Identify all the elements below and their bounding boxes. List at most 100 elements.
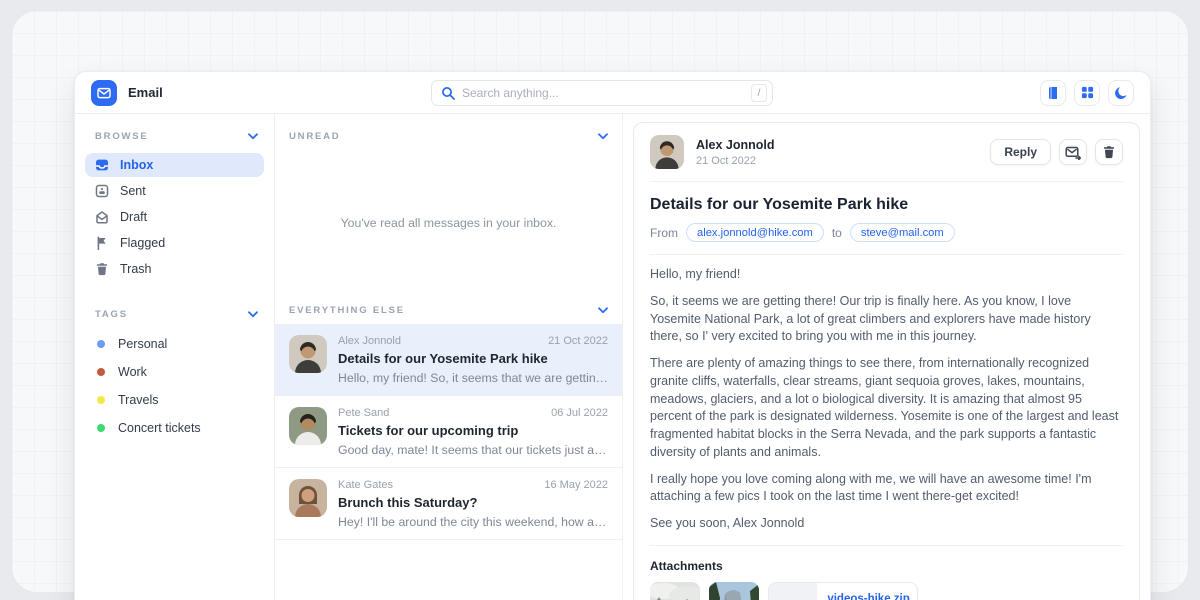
avatar — [289, 479, 327, 517]
email-list-column: UNREAD You've read all messages in your … — [275, 114, 623, 600]
attachment-photo-valley[interactable] — [650, 582, 700, 600]
search-shortcut-badge: / — [751, 84, 767, 102]
tags-section: TAGS Personal Wo — [83, 305, 266, 442]
file-info: videos-hike.zip 100 MB — [817, 593, 917, 600]
tag-item-work[interactable]: Work — [85, 359, 264, 385]
divider — [650, 254, 1123, 255]
email-preview: Hello, my friend! So, it seems that we a… — [338, 371, 608, 385]
sidebar-item-label: Trash — [120, 262, 152, 276]
email-body: Hello, my friend! So, it seems we are ge… — [650, 266, 1123, 533]
sidebar-item-inbox[interactable]: Inbox — [85, 153, 264, 177]
everything-else-section-header[interactable]: EVERYTHING ELSE — [275, 301, 622, 319]
browse-label: BROWSE — [95, 131, 149, 142]
flag-icon — [95, 236, 109, 250]
forward-button[interactable] — [1059, 139, 1087, 165]
inbox-icon — [95, 158, 109, 172]
tag-item-personal[interactable]: Personal — [85, 331, 264, 357]
detail-sender-meta: Alex Jonnold 21 Oct 2022 — [696, 138, 774, 167]
detail-subject: Details for our Yosemite Park hike — [650, 196, 1123, 214]
detail-date: 21 Oct 2022 — [696, 155, 774, 167]
email-list-item-pete[interactable]: Pete Sand 06 Jul 2022 Tickets for our up… — [275, 396, 622, 468]
email-date: 06 Jul 2022 — [551, 407, 608, 419]
to-email-chip[interactable]: steve@mail.com — [850, 223, 955, 242]
body-paragraph: See you soon, Alex Jonnold — [650, 515, 1123, 533]
top-actions — [1040, 80, 1134, 106]
unread-section-header[interactable]: UNREAD — [275, 127, 622, 145]
divider — [650, 545, 1123, 546]
delete-button[interactable] — [1095, 139, 1123, 165]
detail-sender-name: Alex Jonnold — [696, 138, 774, 152]
email-detail-column: Alex Jonnold 21 Oct 2022 Reply — [623, 114, 1150, 600]
tag-dot — [97, 368, 105, 376]
from-email-chip[interactable]: alex.jonnold@hike.com — [686, 223, 824, 242]
sidebar-item-draft[interactable]: Draft — [85, 205, 264, 229]
tag-item-concert-tickets[interactable]: Concert tickets — [85, 415, 264, 441]
book-icon — [1046, 86, 1060, 100]
email-preview: Hey! I'll be around the city this weeken… — [338, 515, 608, 529]
file-name[interactable]: videos-hike.zip — [827, 593, 907, 600]
avatar — [289, 335, 327, 373]
tag-label: Personal — [118, 337, 167, 351]
email-date: 21 Oct 2022 — [548, 335, 608, 347]
tag-item-travels[interactable]: Travels — [85, 387, 264, 413]
email-sender: Alex Jonnold — [338, 335, 401, 347]
search-input[interactable] — [462, 86, 744, 100]
browse-section-header[interactable]: BROWSE — [83, 127, 266, 145]
email-detail-card: Alex Jonnold 21 Oct 2022 Reply — [633, 122, 1140, 600]
detail-header: Alex Jonnold 21 Oct 2022 Reply — [650, 135, 1123, 169]
from-label: From — [650, 226, 678, 240]
body-paragraph: Hello, my friend! — [650, 266, 1123, 284]
tags-section-header[interactable]: TAGS — [83, 305, 266, 323]
sidebar-item-trash[interactable]: Trash — [85, 257, 264, 281]
avatar — [650, 135, 684, 169]
chevron-down-icon[interactable] — [598, 133, 608, 140]
sidebar-item-sent[interactable]: Sent — [85, 179, 264, 203]
brand: Email — [91, 80, 163, 106]
tag-dot — [97, 340, 105, 348]
sidebar-item-flagged[interactable]: Flagged — [85, 231, 264, 255]
search-bar[interactable]: / — [431, 80, 773, 106]
unread-empty-message: You've read all messages in your inbox. — [275, 145, 622, 301]
dark-mode-button[interactable] — [1108, 80, 1134, 106]
reply-button[interactable]: Reply — [990, 139, 1051, 165]
trash-icon — [1102, 145, 1116, 159]
draft-icon — [95, 210, 109, 224]
outer-frame: Email / — [11, 10, 1189, 593]
chevron-down-icon[interactable] — [598, 307, 608, 314]
email-sender: Pete Sand — [338, 407, 389, 419]
email-preview: Good day, mate! It seems that our ticket… — [338, 443, 608, 457]
email-list-item-alex[interactable]: Alex Jonnold 21 Oct 2022 Details for our… — [275, 324, 622, 396]
tags-label: TAGS — [95, 309, 128, 320]
avatar — [289, 407, 327, 445]
email-meta: Pete Sand 06 Jul 2022 Tickets for our up… — [338, 407, 608, 457]
to-label: to — [832, 226, 842, 240]
body-paragraph: I really hope you love coming along with… — [650, 471, 1123, 507]
folder-icon — [769, 583, 817, 600]
email-meta: Alex Jonnold 21 Oct 2022 Details for our… — [338, 335, 608, 385]
from-to-row: From alex.jonnold@hike.com to steve@mail… — [650, 223, 1123, 242]
screen: Email / — [0, 0, 1200, 600]
tag-label: Concert tickets — [118, 421, 201, 435]
attachment-photo-halfdome[interactable] — [709, 582, 759, 600]
attachments-row: videos-hike.zip 100 MB — [650, 582, 1123, 600]
sent-icon — [95, 184, 109, 198]
moon-icon — [1114, 86, 1128, 100]
book-button[interactable] — [1040, 80, 1066, 106]
email-items: Alex Jonnold 21 Oct 2022 Details for our… — [275, 324, 622, 540]
email-date: 16 May 2022 — [544, 479, 608, 491]
email-logo-icon — [91, 80, 117, 106]
grid-icon — [1081, 86, 1094, 99]
email-list-item-kate[interactable]: Kate Gates 16 May 2022 Brunch this Satur… — [275, 468, 622, 540]
chevron-down-icon[interactable] — [248, 311, 258, 318]
tag-dot — [97, 396, 105, 404]
unread-label: UNREAD — [289, 131, 340, 142]
grid-button[interactable] — [1074, 80, 1100, 106]
tag-label: Travels — [118, 393, 159, 407]
attachment-file-card[interactable]: videos-hike.zip 100 MB — [768, 582, 918, 600]
chevron-down-icon[interactable] — [248, 133, 258, 140]
trash-icon — [95, 262, 109, 276]
sidebar-item-label: Draft — [120, 210, 147, 224]
detail-actions: Reply — [990, 139, 1123, 165]
everything-else-label: EVERYTHING ELSE — [289, 305, 405, 316]
email-sender: Kate Gates — [338, 479, 393, 491]
